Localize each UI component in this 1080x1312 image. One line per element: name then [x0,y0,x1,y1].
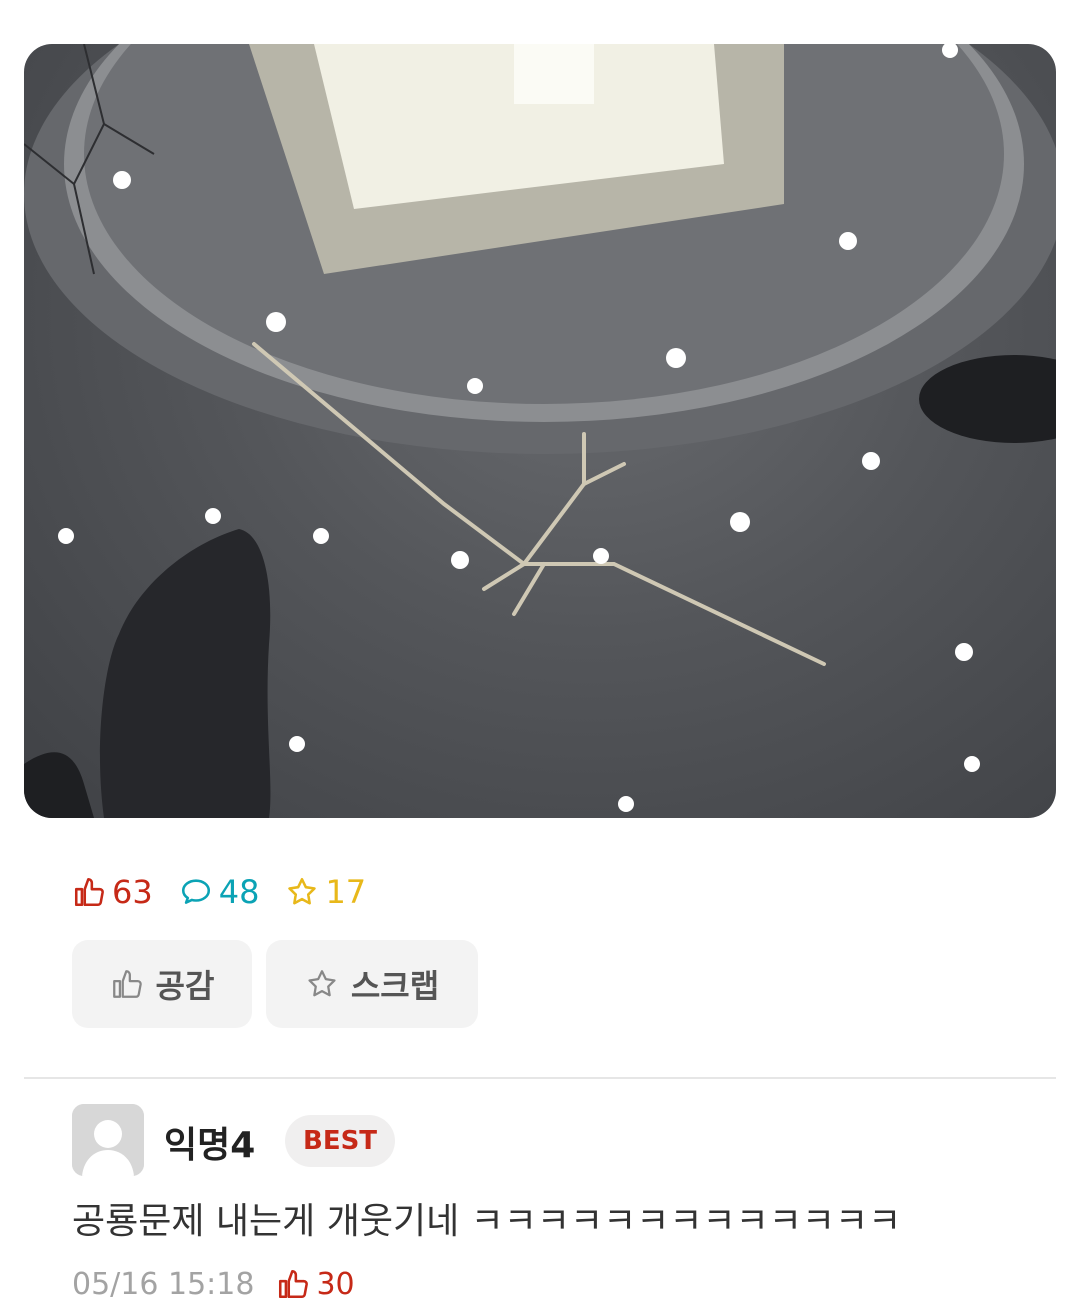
speech-bubble-icon [181,879,210,904]
empathy-button[interactable]: 공감 [72,940,252,1028]
thumbs-up-icon [112,970,142,998]
avatar [72,1104,144,1176]
thumbs-up-icon [279,1269,309,1299]
comment-timestamp: 05/16 15:18 [72,1266,255,1302]
scrap-button-label: 스크랩 [350,967,440,1005]
photo-illustration [24,44,1056,818]
comment-count: 48 [179,873,260,911]
like-count: 63 [72,873,153,911]
comment-like-count[interactable]: 30 [276,1266,355,1302]
scrap-count: 17 [285,873,366,911]
post-actions: 공감 스크랩 [72,940,492,1028]
star-icon [288,877,317,905]
best-badge: BEST [285,1115,396,1167]
post-photo[interactable] [24,44,1056,818]
scrap-button[interactable]: 스크랩 [266,940,478,1028]
like-count-value: 63 [112,873,153,911]
comment-count-value: 48 [218,873,260,911]
comment-meta: 05/16 15:18 30 [72,1264,355,1304]
empathy-button-label: 공감 [155,967,215,1005]
default-avatar-icon [72,1104,144,1176]
star-icon [308,970,336,997]
post-stats: 63 48 17 [72,868,392,916]
section-divider [24,1077,1056,1079]
thumbs-up-icon [74,877,104,907]
comment-author: 익명4 [164,1125,256,1166]
scrap-count-value: 17 [325,873,367,911]
comment-like-value: 30 [316,1266,355,1302]
comment-text: 공룡문제 내는게 개웃기네 ㅋㅋㅋㅋㅋㅋㅋㅋㅋㅋㅋㅋㅋ [72,1201,902,1242]
